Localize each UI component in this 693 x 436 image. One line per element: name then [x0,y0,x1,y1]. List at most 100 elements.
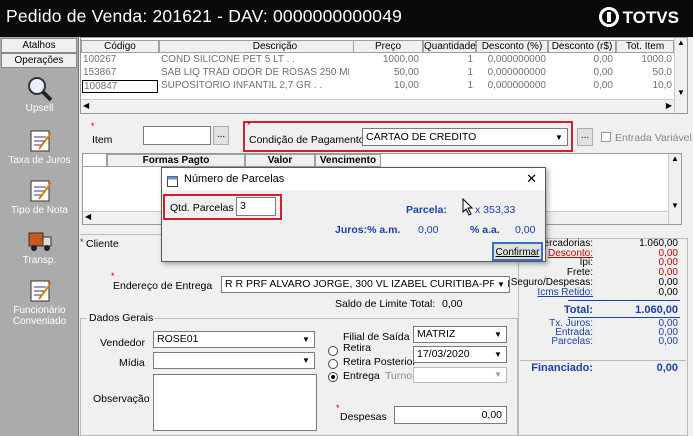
item-input[interactable] [143,126,211,145]
tab-atalhos[interactable]: Atalhos [1,38,77,53]
cell-tot-item: 1000,0 [641,54,672,65]
retira-radio[interactable] [328,346,338,356]
retira-posterior-radio[interactable] [328,359,338,369]
required-marker: * [80,237,84,247]
col-codigo[interactable]: Código [81,40,159,53]
parcela-value: x 353,33 [475,204,516,216]
vendedor-select[interactable]: ROSE01 ▼ [153,331,315,348]
chevron-down-icon[interactable]: ▼ [299,333,313,346]
col-tot-item[interactable]: Tot. Item [616,40,674,53]
chevron-down-icon[interactable]: ▼ [491,328,505,341]
table-row[interactable]: 100267 COND SILICONE PET 5 LT . . 1000,0… [81,54,674,66]
close-icon[interactable]: ✕ [526,168,537,190]
logo-text: TOTVS [622,8,679,27]
cell-preco: 1000,00 [382,54,419,65]
cell-desconto-rs: 0,00 [593,67,613,78]
col-vencimento[interactable]: Vencimento [315,154,381,167]
dados-gerais-legend: Dados Gerais [87,312,156,324]
col-formas-pagto[interactable]: Formas Pagto [107,154,245,167]
scroll-right-arrow-icon[interactable]: ▶ [666,101,672,110]
items-grid[interactable]: Código Descrição Preço Quantidade Descon… [80,37,688,114]
col-preco[interactable]: Preço [353,40,423,53]
magnifier-icon [25,75,55,102]
cell-descricao: COND SILICONE PET 5 LT . . [161,54,295,65]
entrada-variavel-checkbox[interactable] [601,132,611,142]
observacao-textarea[interactable] [153,374,317,431]
midia-select[interactable]: ▼ [153,352,315,369]
scroll-up-arrow-icon[interactable]: ▲ [675,38,687,48]
col-desconto-rs[interactable]: Desconto (r$) [548,40,616,53]
window-icon [167,173,178,187]
entrega-radio[interactable] [328,372,338,382]
totals-divider [568,300,680,301]
payment-select[interactable]: CARTAO DE CREDITO ▼ [362,128,568,146]
horizontal-scrollbar[interactable]: ◀ ▶ [81,99,674,113]
vertical-scrollbar[interactable]: ▲ ▼ [674,38,687,113]
date-picker[interactable]: 17/03/2020 ▼ [413,346,507,363]
totals-divider [520,360,686,361]
scroll-down-arrow-icon[interactable]: ▼ [675,88,687,97]
cell-desconto-rs: 0,00 [593,54,613,65]
chevron-down-icon[interactable]: ▼ [552,130,566,145]
row-indicator-header [83,154,107,167]
chevron-down-icon[interactable]: ▼ [299,354,313,367]
aa-label: % a.a. [470,224,500,236]
payment-browse-button[interactable]: ... [577,128,593,146]
parcelas-label: Parcelas: [551,336,593,347]
totvs-logo-icon [598,7,619,27]
cell-desconto-rs: 0,00 [593,80,613,91]
despesas-input[interactable]: 0,00 [394,406,507,424]
financiado-label: Financiado: [531,362,593,374]
filial-select-value: MATRIZ [417,328,456,340]
chevron-down-icon[interactable]: ▼ [494,278,508,291]
table-row[interactable]: 153867 SAB LIQ TRAD ODOR DE ROSAS 250 ML… [81,67,674,79]
endereco-select-value: R R PRF ALVARO JORGE, 300 VL IZABEL CURI… [225,278,510,290]
dialog-title-bar[interactable]: Número de Parcelas ✕ [162,168,545,190]
cell-codigo: 100267 [83,54,117,65]
confirm-button[interactable]: Confirmar [492,242,543,261]
sidebar-item-transp[interactable]: Transp. [0,227,79,266]
scroll-left-arrow-icon[interactable]: ◀ [83,101,89,110]
cell-desconto-pct: 0,000000000 [487,54,546,65]
payment-select-value: CARTAO DE CREDITO [366,131,477,143]
sidebar-item-taxa-juros[interactable]: Taxa de Juros [0,127,79,166]
table-row[interactable]: 100847 SUPOSITORIO INFANTIL 2,7 GR . . 1… [81,80,674,93]
turno-select[interactable]: ▼ [413,367,507,383]
cell-tot-item: 10,0 [652,80,672,91]
icms-link[interactable]: Icms Retido: [537,288,593,298]
filial-select[interactable]: MATRIZ ▼ [413,326,507,343]
payment-label: Condição de Pagamento [249,134,365,146]
sidebar-item-tipo-nota[interactable]: Tipo de Nota [0,177,79,216]
totvs-logo: TOTVS [598,7,679,28]
sidebar-item-label: Funcionário Conveniado [12,305,67,327]
cell-preco: 50,00 [393,67,419,78]
scroll-left-arrow-icon[interactable]: ◀ [85,212,91,221]
cell-quantidade: 1 [467,67,473,78]
sidebar-item-funcionario[interactable]: Funcionário Conveniado [0,277,79,327]
tab-operacoes[interactable]: Operações [1,53,77,68]
notepad-icon [25,277,55,303]
parcelas-dialog: Número de Parcelas ✕ Qtd. Parcelas 3 Par… [161,167,546,262]
qtd-parcelas-input[interactable]: 3 [236,197,276,216]
endereco-select[interactable]: R R PRF ALVARO JORGE, 300 VL IZABEL CURI… [221,276,510,293]
item-browse-button[interactable]: ... [213,126,229,145]
scroll-down-arrow-icon[interactable]: ▼ [669,201,681,210]
scroll-up-arrow-icon[interactable]: ▲ [669,154,681,163]
juros-label: Juros:% a.m. [335,224,401,236]
icms-value: 0,00 [658,287,678,298]
sidebar-item-upsell[interactable]: Upsell [0,75,79,114]
col-valor[interactable]: Valor [245,154,315,167]
chevron-down-icon[interactable]: ▼ [491,348,505,361]
financiado-value: 0,00 [656,362,678,374]
chevron-down-icon[interactable]: ▼ [491,369,505,381]
dialog-title: Número de Parcelas [184,173,285,185]
col-desconto-pct[interactable]: Desconto (%) [476,40,548,53]
cell-preco: 10,00 [393,80,419,91]
col-quantidade[interactable]: Quantidade [423,40,476,53]
saldo-label: Saldo de Limite Total: [335,298,436,310]
payment-grid-scrollbar[interactable]: ▲ ▼ [668,154,681,224]
retira-posterior-label: Retira Posterior [343,356,416,368]
cell-desconto-pct: 0,000000000 [487,67,546,78]
observacao-label: Observação [93,393,150,405]
cell-quantidade: 1 [467,80,473,91]
